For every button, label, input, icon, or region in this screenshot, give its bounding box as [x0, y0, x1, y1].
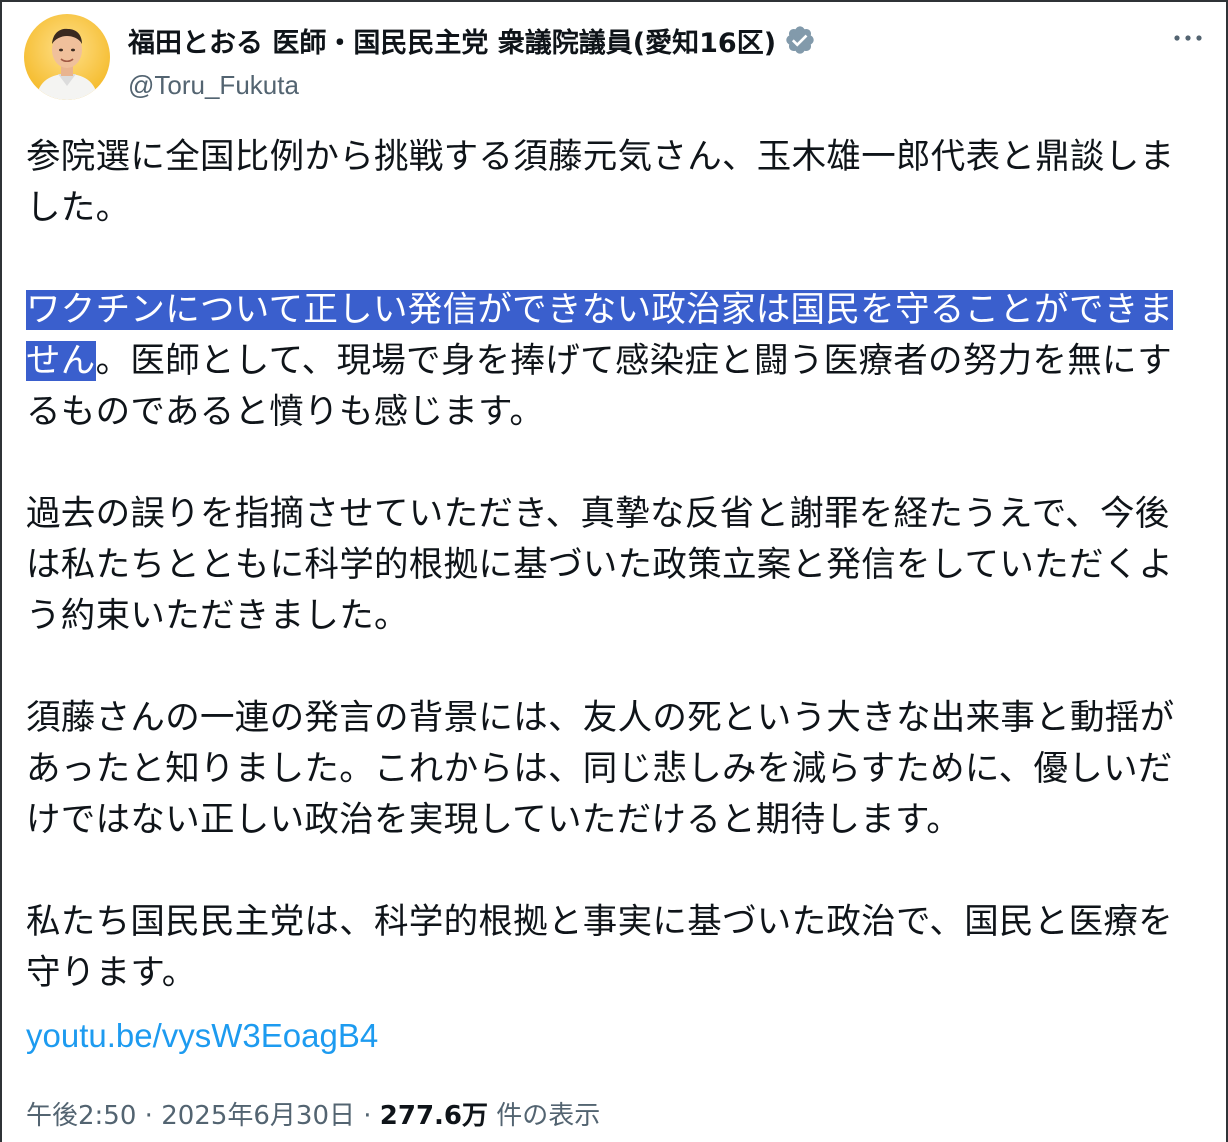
tweet-paragraph-1: 参院選に全国比例から挑戦する須藤元気さん、玉木雄一郎代表と鼎談しました。 [26, 137, 1175, 228]
meta-separator: · [136, 1101, 162, 1131]
more-options-icon[interactable] [1170, 28, 1206, 48]
tweet-paragraph-4: 須藤さんの一連の発言の背景には、友人の死という大きな出来事と動揺があったと知りま… [26, 698, 1175, 840]
author-handle[interactable]: @Toru_Fukuta [128, 70, 299, 101]
tweet-card: 福田とおる 医師・国民民主党 衆議院議員(愛知16区) @Toru_Fukuta… [0, 0, 1228, 1142]
tweet-paragraph-5: 私たち国民民主党は、科学的根拠と事実に基づいた政治で、国民と医療を守ります。 [26, 902, 1174, 993]
views-label: 件の表示 [488, 1101, 601, 1131]
youtube-link[interactable]: youtu.be/vysW3EoagB4 [26, 1014, 378, 1058]
views-count: 277.6万 [379, 1101, 489, 1131]
tweet-paragraph-2: ワクチンについて正しい発信ができない政治家は国民を守ることができません。医師とし… [26, 285, 1198, 438]
author-display-name[interactable]: 福田とおる 医師・国民民主党 衆議院議員(愛知16区) [128, 21, 776, 60]
tweet-text: 参院選に全国比例から挑戦する須藤元気さん、玉木雄一郎代表と鼎談しました。 ワクチ… [26, 132, 1198, 999]
tweet-paragraph-2-rest: 。医師として、現場で身を捧げて感染症と闘う医療者の努力を無にするものであると憤り… [26, 341, 1172, 432]
verified-badge-icon [786, 26, 814, 54]
tweet-time[interactable]: 午後2:50 [26, 1101, 136, 1131]
tweet-date[interactable]: 2025年6月30日 [161, 1101, 355, 1131]
meta-separator: · [354, 1101, 380, 1131]
avatar-photo-icon [24, 14, 110, 100]
author-name-row[interactable]: 福田とおる 医師・国民民主党 衆議院議員(愛知16区) [128, 20, 816, 60]
tweet-header: 福田とおる 医師・国民民主党 衆議院議員(愛知16区) @Toru_Fukuta [24, 14, 1206, 104]
author-avatar[interactable] [24, 14, 110, 100]
tweet-meta: 午後2:50 · 2025年6月30日 · 277.6万 件の表示 [26, 1096, 600, 1136]
tweet-paragraph-3: 過去の誤りを指摘させていただき、真摯な反省と謝罪を経たうえで、今後は私たちととも… [26, 494, 1174, 636]
